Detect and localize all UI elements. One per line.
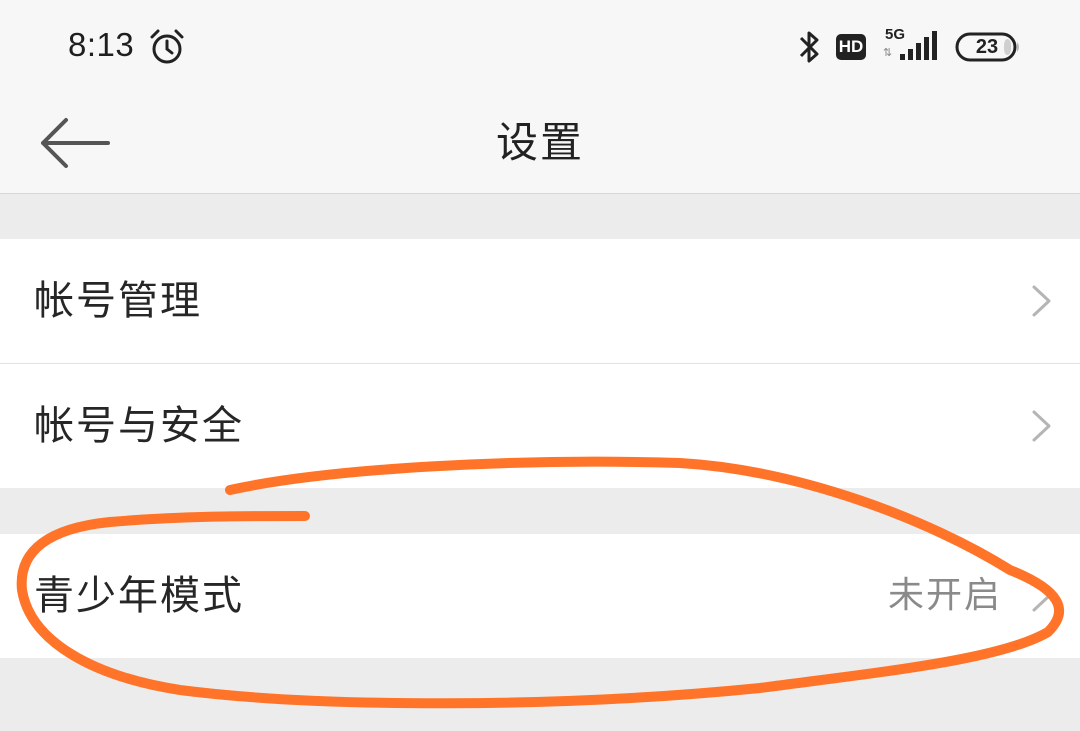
signal-icon: [900, 31, 937, 60]
settings-item-label: 帐号与安全: [34, 403, 244, 449]
status-time: 8:13: [68, 26, 135, 63]
chevron-right-icon: [1032, 285, 1051, 317]
bluetooth-icon: [799, 31, 819, 63]
page-title: 设置: [495, 118, 584, 167]
battery-level: 23: [975, 36, 999, 58]
hd-icon: HD: [836, 34, 866, 60]
settings-item-account-security[interactable]: 帐号与安全: [0, 364, 1080, 488]
chevron-right-icon: [1032, 580, 1051, 612]
settings-screen: 8:13 HD 5G ⇅ 23 设置 帐号管理 帐号与安全 青少年模式 未开启: [0, 0, 1080, 731]
settings-item-account-management[interactable]: 帐号管理: [0, 239, 1080, 363]
settings-item-label: 帐号管理: [34, 278, 202, 324]
youth-mode-status: 未开启: [887, 575, 1002, 616]
title-bar: 设置: [0, 95, 1080, 194]
settings-item-youth-mode[interactable]: 青少年模式 未开启: [0, 534, 1080, 658]
status-bar: 8:13 HD 5G ⇅ 23: [0, 0, 1080, 95]
chevron-right-icon: [1032, 410, 1051, 442]
data-arrows-icon: ⇅: [883, 46, 893, 59]
alarm-icon: [150, 29, 184, 64]
settings-item-label: 青少年模式: [34, 573, 244, 619]
